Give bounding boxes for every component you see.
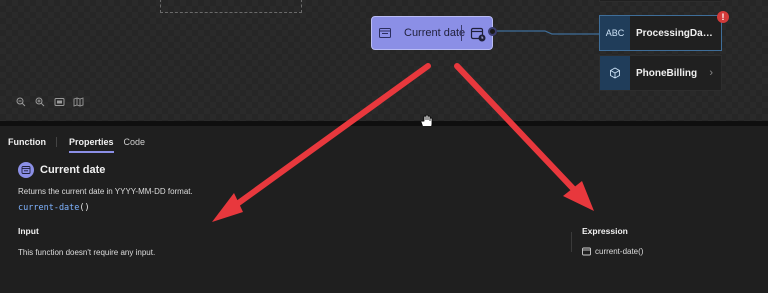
function-small-icon — [582, 247, 591, 256]
phone-billing-field[interactable]: PhoneBilling › — [599, 55, 722, 91]
signature-parens: () — [79, 203, 90, 213]
cube-icon — [610, 67, 620, 79]
expression-value: current-date() — [582, 247, 643, 256]
processing-date-field[interactable]: ABC ProcessingDate... — [599, 15, 722, 51]
field-name: PhoneBilling — [636, 67, 698, 79]
panel-tabs: Function Properties Code — [8, 137, 146, 153]
field-node-partial — [599, 0, 722, 2]
fit-view-icon[interactable] — [52, 95, 66, 109]
expression-heading: Expression — [582, 226, 628, 236]
input-description: This function doesn't require any input. — [18, 248, 156, 257]
output-port[interactable] — [488, 27, 497, 36]
zoom-out-icon[interactable] — [14, 95, 28, 109]
function-properties-panel: Function Properties Code Current date Re… — [0, 126, 768, 293]
signature-name: current-date — [18, 203, 80, 213]
object-type-badge — [600, 56, 630, 90]
tab-properties[interactable]: Properties — [69, 137, 114, 153]
map-icon[interactable] — [71, 95, 85, 109]
tab-function[interactable]: Function — [8, 137, 57, 147]
function-badge-icon — [18, 162, 34, 178]
placeholder-drop-zone — [160, 0, 302, 13]
node-divider — [461, 25, 462, 41]
zoom-toolbar — [14, 95, 85, 109]
function-header: Current date — [18, 162, 105, 178]
chevron-right-icon[interactable]: › — [709, 67, 713, 79]
expression-text: current-date() — [595, 247, 644, 256]
current-date-function-node[interactable]: Current date — [371, 16, 493, 50]
mapping-canvas[interactable]: Current date ABC ProcessingDate... ! Pho… — [0, 0, 768, 121]
error-badge[interactable]: ! — [717, 11, 729, 23]
calendar-clock-icon[interactable] — [470, 26, 486, 42]
section-divider — [571, 232, 572, 252]
tab-code[interactable]: Code — [124, 137, 146, 147]
zoom-in-icon[interactable] — [33, 95, 47, 109]
function-description: Returns the current date in YYYY-MM-DD f… — [18, 187, 193, 196]
function-node-label: Current date — [404, 27, 466, 39]
field-name: ProcessingDate... — [636, 27, 714, 39]
function-signature: current-date() — [18, 203, 90, 213]
input-heading: Input — [18, 226, 39, 236]
function-title: Current date — [40, 164, 106, 176]
function-icon — [379, 28, 391, 38]
string-type-badge: ABC — [600, 16, 630, 50]
